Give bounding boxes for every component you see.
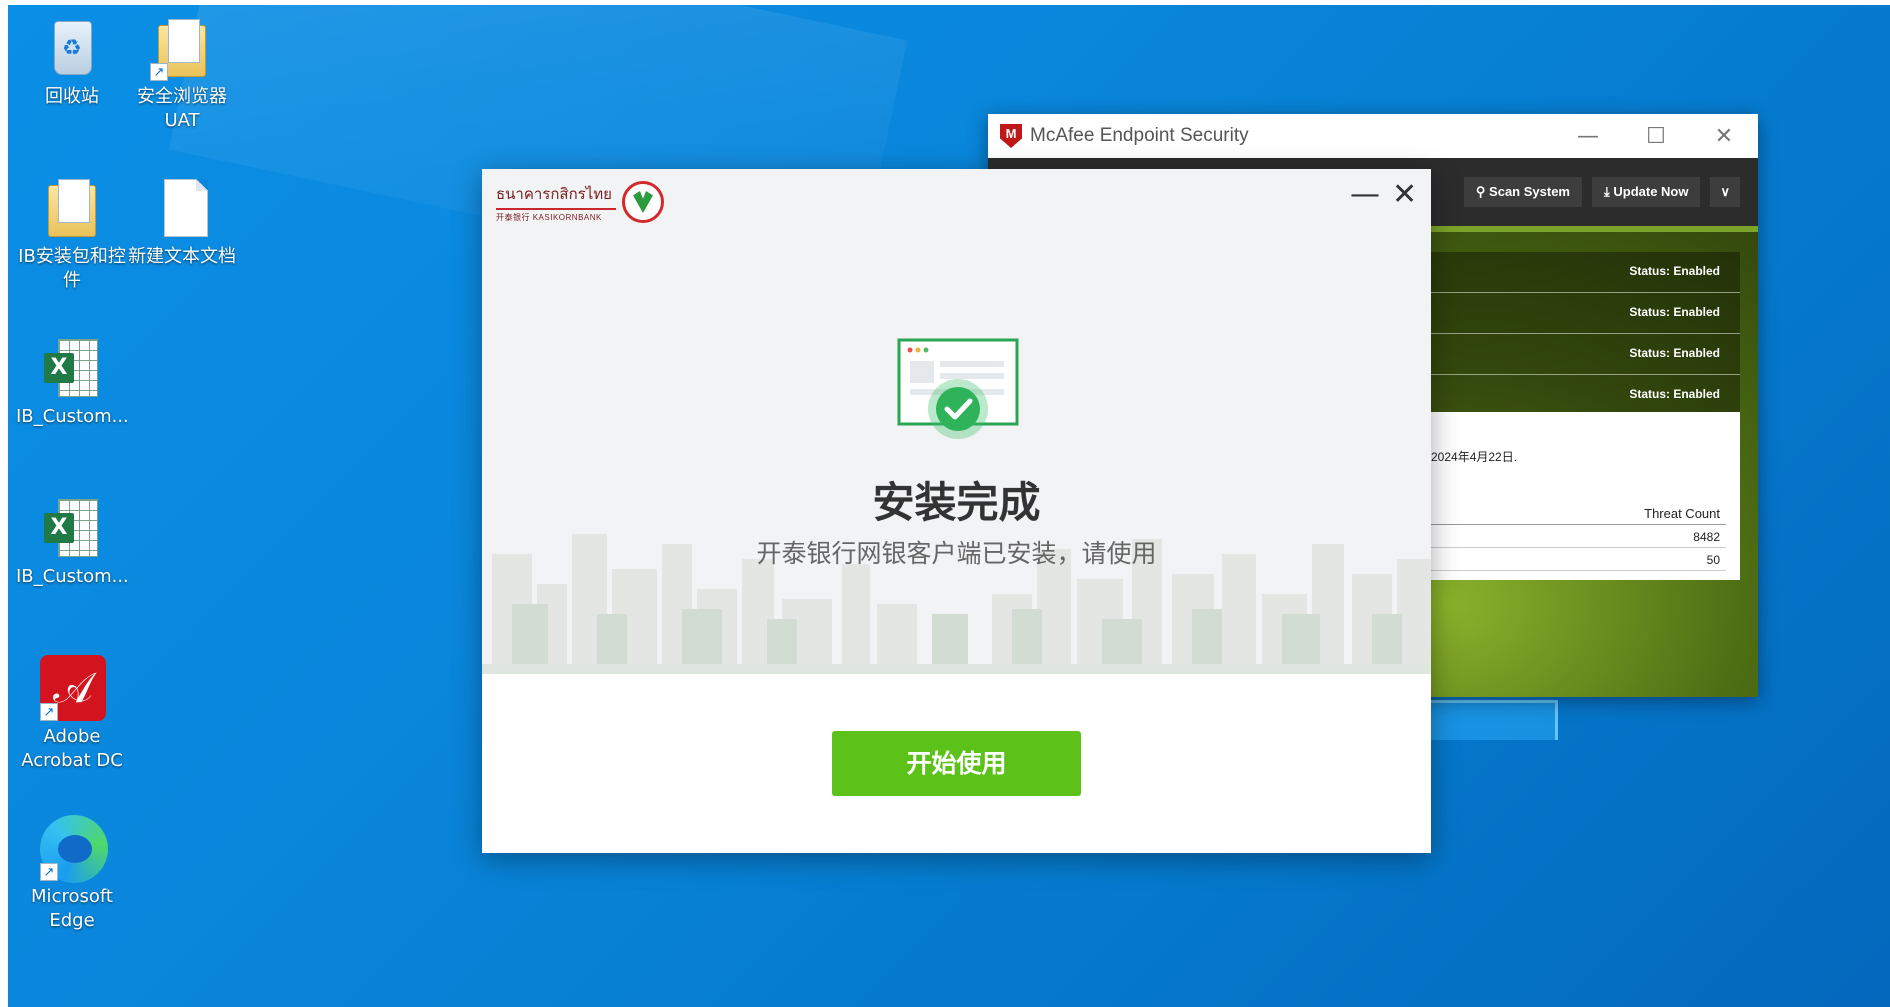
installer-dialog: ธนาคารกสิกรไทย 开泰银行 KASIKORNBANK — ✕ 安装完… [482, 169, 1431, 853]
adobe-acrobat-icon: 𝒜 ↗ [40, 655, 106, 721]
mcafee-shield-icon: M [1000, 124, 1022, 148]
brand-english-name: 开泰银行 KASIKORNBANK [496, 212, 602, 222]
minimize-button[interactable]: — [1554, 124, 1622, 149]
desktop-icon-new-text-document[interactable]: 新建文本文档 [126, 175, 238, 269]
mcafee-window-title: McAfee Endpoint Security [1030, 125, 1249, 146]
excel-file-icon: X [40, 495, 104, 561]
text-document-icon [150, 175, 214, 241]
close-button[interactable]: ✕ [1392, 177, 1417, 213]
kasikornbank-logo: ธนาคารกสิกรไทย 开泰银行 KASIKORNBANK [496, 181, 664, 223]
scan-system-label: Scan System [1489, 184, 1570, 199]
desktop-icon-label: IB_Custom... [16, 406, 129, 427]
recycle-bin-icon: ♻ [40, 15, 104, 81]
info-date-text: 2024年4月22日. [1431, 450, 1518, 464]
folder-icon [40, 175, 104, 241]
desktop-icon-label: Microsoft Edge [31, 886, 113, 931]
install-complete-icon [897, 338, 1019, 439]
threat-count-header: Threat Count [1431, 506, 1726, 525]
desktop-icon-label: IB安装包和控件 [18, 246, 126, 291]
desktop-icon-label: 回收站 [45, 86, 99, 107]
installer-hero: ธนาคารกสิกรไทย 开泰银行 KASIKORNBANK — ✕ 安装完… [482, 169, 1431, 674]
brand-thai-name: ธนาคารกสิกรไทย [496, 182, 616, 210]
desktop-icon-label: 新建文本文档 [128, 246, 236, 267]
threat-count-value: 50 [1431, 548, 1726, 571]
kasikornbank-emblem-icon [622, 181, 664, 223]
desktop-icon-ib-folder[interactable]: IB安装包和控件 [16, 175, 128, 293]
folder-shortcut-icon: ↗ [150, 15, 214, 81]
install-complete-subtitle: 开泰银行网银客户端已安装，请使用 [756, 539, 1157, 568]
desktop-icon-adobe-acrobat[interactable]: 𝒜 ↗ Adobe Acrobat DC [16, 655, 128, 773]
mcafee-titlebar[interactable]: M McAfee Endpoint Security — ☐ ✕ [988, 114, 1758, 158]
excel-file-icon: X [40, 335, 104, 401]
download-icon: ⤓ [1603, 184, 1610, 199]
more-menu-button[interactable]: ∨ [1710, 177, 1740, 207]
close-button[interactable]: ✕ [1690, 124, 1758, 149]
maximize-button[interactable]: ☐ [1622, 124, 1690, 149]
update-now-button[interactable]: ⤓ Update Now [1591, 177, 1701, 207]
desktop-icon-microsoft-edge[interactable]: ↗ Microsoft Edge [16, 815, 128, 933]
desktop-icon-excel-1[interactable]: X IB_Custom... [16, 335, 129, 429]
start-using-button[interactable]: 开始使用 [832, 731, 1081, 796]
desktop-icon-secure-browser[interactable]: ↗ 安全浏览器 UAT [126, 15, 238, 133]
threat-count-value: 8482 [1431, 525, 1726, 548]
threat-table: Threat Count 8482 50 [1431, 506, 1726, 571]
scan-system-button[interactable]: ⚲ Scan System [1463, 177, 1582, 207]
install-complete-title: 安装完成 [872, 478, 1041, 527]
desktop-icon-excel-2[interactable]: X IB_Custom... [16, 495, 129, 589]
microsoft-edge-icon: ↗ [40, 815, 108, 883]
minimize-button[interactable]: — [1350, 177, 1380, 213]
chevron-down-icon: ∨ [1720, 184, 1730, 199]
search-icon: ⚲ [1475, 184, 1486, 199]
desktop-icon-label: Adobe Acrobat DC [21, 726, 123, 771]
desktop-icon-recycle-bin[interactable]: ♻ 回收站 [16, 15, 128, 109]
update-now-label: Update Now [1613, 184, 1689, 199]
desktop-icon-label: 安全浏览器 UAT [137, 86, 227, 131]
desktop-icon-label: IB_Custom... [16, 566, 129, 587]
